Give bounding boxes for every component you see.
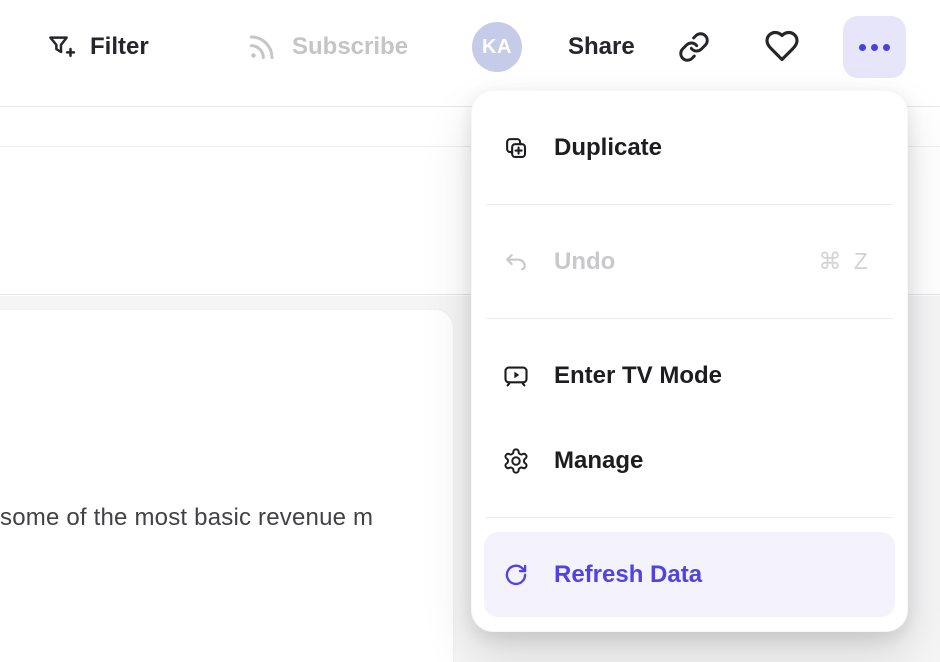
menu-divider bbox=[486, 204, 893, 205]
menu-item-duplicate[interactable]: Duplicate bbox=[484, 105, 895, 190]
duplicate-icon bbox=[502, 134, 530, 162]
menu-item-label: Enter TV Mode bbox=[554, 362, 722, 390]
text-content-card: some of the most basic revenue m bbox=[0, 310, 453, 662]
menu-divider bbox=[486, 318, 893, 319]
rss-icon bbox=[246, 31, 278, 63]
menu-item-shortcut: ⌘ Z bbox=[819, 248, 871, 275]
filter-label: Filter bbox=[90, 33, 149, 61]
refresh-icon bbox=[502, 561, 530, 589]
share-button[interactable]: Share bbox=[568, 22, 635, 72]
more-options-dropdown: Duplicate Undo ⌘ Z Enter TV Mode bbox=[471, 90, 908, 632]
filter-button[interactable]: Filter bbox=[46, 22, 149, 72]
menu-item-manage[interactable]: Manage bbox=[484, 418, 895, 503]
paragraph-fragment: some of the most basic revenue m bbox=[0, 504, 373, 532]
menu-item-undo[interactable]: Undo ⌘ Z bbox=[484, 219, 895, 304]
menu-item-enter-tv-mode[interactable]: Enter TV Mode bbox=[484, 333, 895, 418]
avatar-initials: KA bbox=[482, 36, 512, 59]
link-icon bbox=[678, 51, 710, 66]
menu-divider bbox=[486, 517, 893, 518]
copy-link-button[interactable] bbox=[678, 31, 710, 66]
subscribe-button[interactable]: Subscribe bbox=[246, 22, 408, 72]
filter-plus-icon bbox=[46, 32, 76, 62]
share-label: Share bbox=[568, 33, 635, 61]
undo-icon bbox=[502, 248, 530, 276]
more-menu-button[interactable] bbox=[843, 16, 906, 78]
heart-icon bbox=[764, 52, 800, 67]
menu-item-label: Duplicate bbox=[554, 134, 662, 162]
tv-icon bbox=[502, 362, 530, 390]
avatar[interactable]: KA bbox=[472, 22, 522, 72]
favorite-button[interactable] bbox=[764, 28, 800, 67]
ellipsis-icon bbox=[859, 44, 890, 51]
subscribe-label: Subscribe bbox=[292, 33, 408, 61]
menu-item-label: Undo bbox=[554, 248, 615, 276]
menu-item-label: Refresh Data bbox=[554, 561, 702, 589]
menu-item-refresh-data[interactable]: Refresh Data bbox=[484, 532, 895, 617]
menu-item-label: Manage bbox=[554, 447, 643, 475]
gear-icon bbox=[502, 447, 530, 475]
